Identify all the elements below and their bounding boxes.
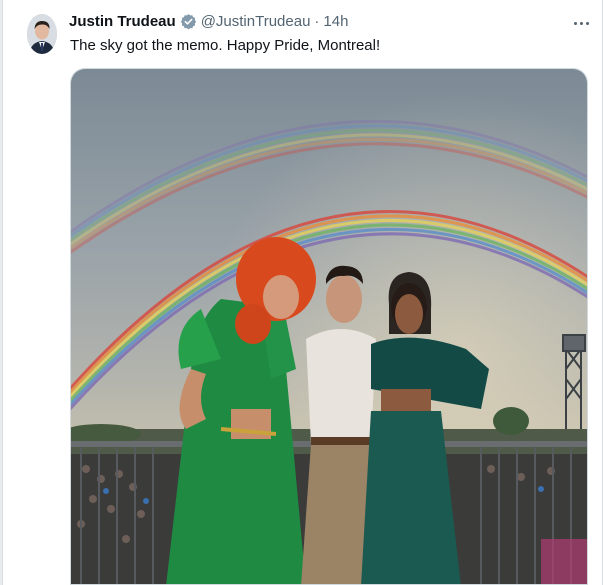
tweet-header: Justin Trudeau @JustinTrudeau · 14h [69, 13, 348, 30]
tweet-text: The sky got the memo. Happy Pride, Montr… [70, 37, 381, 54]
author-name[interactable]: Justin Trudeau [69, 13, 176, 30]
tweet-timestamp[interactable]: 14h [323, 13, 348, 30]
separator-dot: · [314, 13, 320, 30]
tweet-photo[interactable] [70, 68, 588, 585]
photo-rainbow-scene [71, 69, 587, 584]
author-avatar[interactable] [27, 14, 57, 54]
tweet-card[interactable]: Justin Trudeau @JustinTrudeau · 14h The … [2, 0, 603, 585]
more-options-icon[interactable] [570, 14, 592, 32]
verified-badge-icon [180, 13, 197, 30]
author-handle[interactable]: @JustinTrudeau [201, 13, 311, 30]
